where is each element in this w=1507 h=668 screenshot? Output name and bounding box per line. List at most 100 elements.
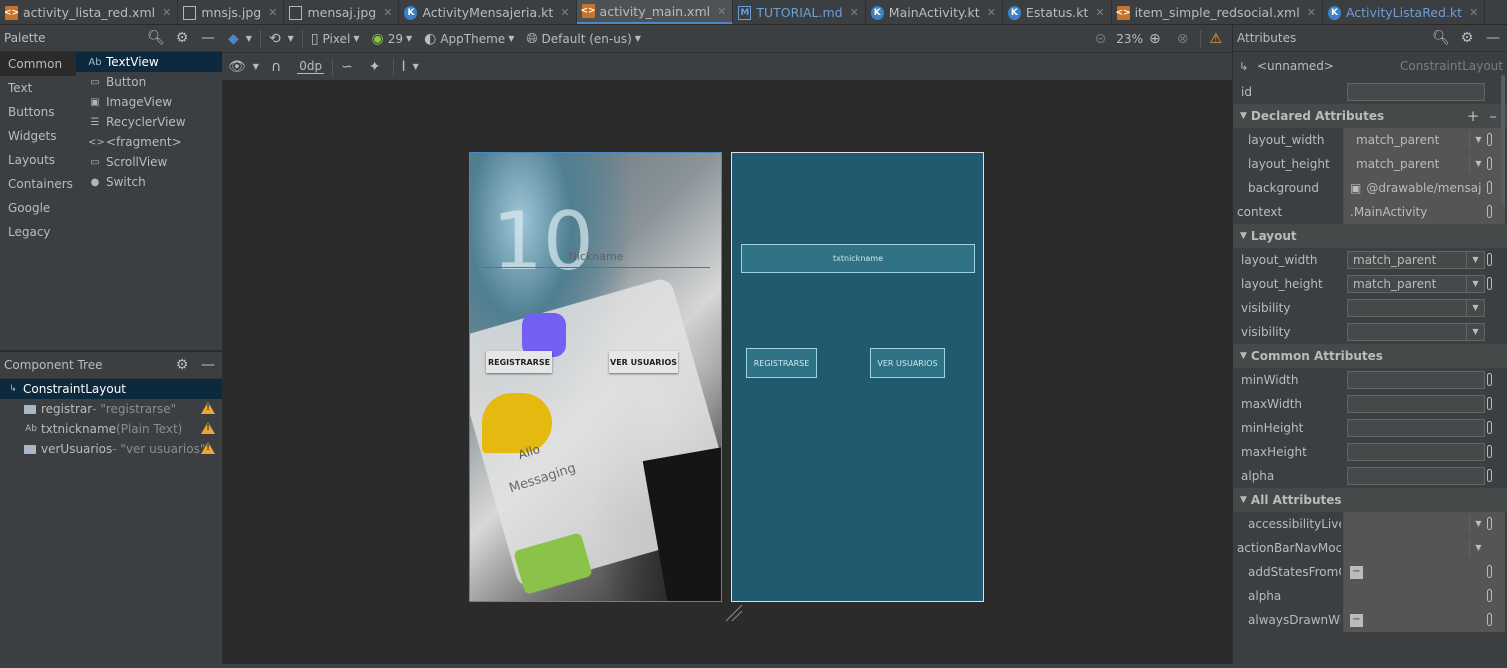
zoom-out-button[interactable]: ⊝ — [1089, 28, 1117, 50]
guidelines-button[interactable]: I ▼ — [396, 56, 425, 78]
palette-item-fragment[interactable]: <> <fragment> — [76, 132, 222, 152]
nickname-field-blueprint[interactable]: txtnickname — [741, 244, 975, 273]
warnings-button[interactable]: ⚠ — [1203, 28, 1232, 50]
tab-activity-main-xml[interactable]: <> activity_main.xml ✕ — [576, 0, 734, 24]
search-icon[interactable]: 🔍︎ — [1431, 30, 1451, 46]
checkbox-indeterminate-icon[interactable]: − — [1350, 613, 1363, 627]
gear-icon[interactable]: ⚙ — [1457, 30, 1477, 46]
tab-activitylistared-kt[interactable]: K ActivityListaRed.kt ✕ — [1323, 0, 1486, 24]
tab-activity-lista-red-xml[interactable]: <> activity_lista_red.xml ✕ — [0, 0, 179, 24]
alpha-input[interactable] — [1347, 467, 1485, 485]
close-icon[interactable]: ✕ — [1095, 6, 1104, 19]
tab-activitymensajeria-kt[interactable]: K ActivityMensajeria.kt ✕ — [399, 0, 577, 24]
search-icon[interactable]: 🔍︎ — [146, 30, 166, 46]
id-input[interactable] — [1347, 83, 1485, 101]
chevron-down-icon[interactable]: ▼ — [1469, 516, 1487, 532]
palette-item-textview[interactable]: Ab TextView — [76, 52, 222, 72]
autoconnect-toggle[interactable]: ∩ — [265, 56, 291, 78]
tab-estatus-kt[interactable]: K Estatus.kt ✕ — [1003, 0, 1112, 24]
palette-category-legacy[interactable]: Legacy — [0, 220, 76, 244]
chevron-down-icon[interactable]: ▼ — [1469, 156, 1487, 172]
tab-mensaj-jpg[interactable]: mensaj.jpg ✕ — [284, 0, 400, 24]
layout_height-dropdown[interactable]: match_parent ▼ — [1347, 275, 1485, 293]
chevron-down-icon[interactable]: ▼ — [1466, 300, 1484, 316]
warning-icon[interactable] — [201, 402, 215, 414]
attribute-resource-icon[interactable] — [1487, 181, 1492, 194]
attribute-resource-icon[interactable] — [1487, 421, 1492, 434]
attribute-resource-icon[interactable] — [1487, 277, 1492, 290]
add-attribute-icon[interactable]: + — [1463, 107, 1483, 125]
tree-root-constraintlayout[interactable]: ↳ ConstraintLayout — [0, 379, 222, 399]
visibility-dropdown[interactable]: ▼ — [1347, 323, 1485, 341]
tab-item-simple-redsocial-xml[interactable]: <> item_simple_redsocial.xml ✕ — [1112, 0, 1323, 24]
default-margin-button[interactable]: 0dp — [291, 56, 330, 78]
attribute-resource-icon[interactable] — [1487, 133, 1492, 146]
zoom-fit-button[interactable]: ⊗ — [1171, 28, 1199, 50]
visibility-dropdown[interactable]: ▼ — [1347, 299, 1485, 317]
minheight-input[interactable] — [1347, 419, 1485, 437]
common-attributes-section[interactable]: ▼ Common Attributes — [1233, 344, 1507, 368]
resize-handle-icon[interactable] — [724, 603, 744, 623]
layout_height-dropdown[interactable]: match_parent ▼ — [1350, 155, 1488, 173]
device-selector[interactable]: ▯ Pixel ▼ — [305, 28, 366, 50]
tree-item-registrar[interactable]: registrar - "registrarse" — [0, 399, 222, 419]
close-icon[interactable]: ✕ — [560, 6, 569, 19]
warning-icon[interactable] — [201, 422, 215, 434]
attribute-resource-icon[interactable] — [1487, 157, 1492, 170]
minimize-icon[interactable]: — — [1483, 30, 1503, 46]
palette-category-layouts[interactable]: Layouts — [0, 148, 76, 172]
maxwidth-input[interactable] — [1347, 395, 1485, 413]
close-icon[interactable]: ✕ — [383, 6, 392, 19]
layout-section[interactable]: ▼ Layout — [1233, 224, 1507, 248]
attribute-resource-icon[interactable] — [1487, 517, 1492, 530]
palette-item-imageview[interactable]: ▣ ImageView — [76, 92, 222, 112]
palette-item-scrollview[interactable]: ▭ ScrollView — [76, 152, 222, 172]
tree-item-txtnickname[interactable]: Ab txtnickname (Plain Text) — [0, 419, 222, 439]
attribute-resource-icon[interactable] — [1487, 397, 1492, 410]
view-options-button[interactable]: 👁︎ ▼ — [222, 56, 265, 78]
register-button-preview[interactable]: REGISTRARSE — [486, 351, 552, 373]
infer-constraints-button[interactable]: ✦ — [363, 56, 391, 78]
context-value[interactable]: .MainActivity — [1350, 205, 1427, 219]
layout_width-dropdown[interactable]: match_parent ▼ — [1347, 251, 1485, 269]
accessibilitylivere-dropdown[interactable]: ▼ — [1350, 515, 1488, 533]
palette-category-text[interactable]: Text — [0, 76, 76, 100]
palette-category-buttons[interactable]: Buttons — [0, 100, 76, 124]
zoom-in-button[interactable]: ⊕ — [1143, 28, 1171, 50]
attribute-resource-icon[interactable] — [1487, 589, 1492, 602]
api-selector[interactable]: ◉ 29 ▼ — [365, 28, 418, 50]
register-button-blueprint[interactable]: REGISTRARSE — [746, 348, 817, 378]
close-icon[interactable]: ✕ — [1469, 6, 1478, 19]
palette-item-switch[interactable]: ● Switch — [76, 172, 222, 192]
close-icon[interactable]: ✕ — [1307, 6, 1316, 19]
chevron-down-icon[interactable]: ▼ — [1466, 276, 1484, 292]
design-canvas[interactable]: 10 Allo Messaging Nickname REGISTRARSE V… — [222, 81, 1232, 665]
nickname-field-preview[interactable]: Nickname — [482, 250, 710, 268]
minwidth-input[interactable] — [1347, 371, 1485, 389]
blueprint-preview[interactable]: txtnickname REGISTRARSE VER USUARIOS — [731, 152, 984, 602]
tab-mnsjs-jpg[interactable]: mnsjs.jpg ✕ — [178, 0, 285, 24]
palette-item-button[interactable]: ▭ Button — [76, 72, 222, 92]
close-icon[interactable]: ✕ — [717, 5, 726, 18]
attribute-resource-icon[interactable] — [1487, 469, 1492, 482]
palette-category-google[interactable]: Google — [0, 196, 76, 220]
attribute-resource-icon[interactable] — [1487, 253, 1492, 266]
close-icon[interactable]: ✕ — [987, 6, 996, 19]
layers-toggle-button[interactable]: ◆ ▼ — [222, 28, 258, 50]
users-button-preview[interactable]: VER USUARIOS — [609, 351, 678, 373]
warning-icon[interactable] — [201, 442, 215, 454]
chevron-down-icon[interactable]: ▼ — [1466, 252, 1484, 268]
palette-category-common[interactable]: Common — [0, 52, 76, 76]
theme-selector[interactable]: ◐ AppTheme ▼ — [418, 28, 520, 50]
design-preview[interactable]: 10 Allo Messaging Nickname REGISTRARSE V… — [469, 152, 722, 602]
chevron-down-icon[interactable]: ▼ — [1469, 132, 1487, 148]
tab-tutorial-md[interactable]: M TUTORIAL.md ✕ — [733, 0, 866, 24]
gear-icon[interactable]: ⚙ — [172, 357, 192, 373]
chevron-down-icon[interactable]: ▼ — [1469, 540, 1487, 556]
attribute-resource-icon[interactable] — [1487, 565, 1492, 578]
checkbox-indeterminate-icon[interactable]: − — [1350, 565, 1363, 579]
locale-selector[interactable]: 🌐︎ Default (en-us) ▼ — [520, 28, 647, 50]
layout_width-dropdown[interactable]: match_parent ▼ — [1350, 131, 1488, 149]
close-icon[interactable]: ✕ — [268, 6, 277, 19]
attribute-resource-icon[interactable] — [1487, 373, 1492, 386]
